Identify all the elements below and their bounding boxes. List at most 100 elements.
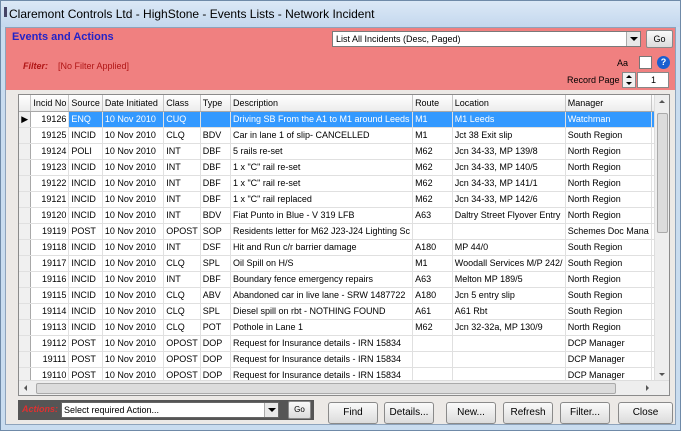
table-row[interactable]: 19121 INCID 10 Nov 2010 INT DBF 1 x "C" rail …: [19, 191, 669, 208]
grid-body: ▶ 19126 ENQ 10 Nov 2010 CUQ Driving SB From t…: [19, 111, 669, 384]
table-cell: INCID: [68, 319, 103, 336]
horizontal-scroll-thumb[interactable]: [36, 383, 616, 394]
row-header[interactable]: [19, 143, 32, 160]
table-row[interactable]: 19123 INCID 10 Nov 2010 INT DBF 1 x "C" rail …: [19, 159, 669, 176]
column-header[interactable]: Incid No: [30, 95, 70, 112]
table-cell: INT: [163, 175, 201, 192]
table-row[interactable]: 19115 INCID 10 Nov 2010 CLQ ABV Abandoned car…: [19, 287, 669, 304]
actions-select[interactable]: Select required Action...: [61, 402, 279, 418]
table-cell: INCID: [68, 303, 103, 320]
spin-down-icon[interactable]: [626, 82, 632, 85]
table-cell: 1 x "C" rail re-set: [230, 159, 414, 176]
table-cell: 10 Nov 2010: [102, 303, 165, 320]
vertical-scroll-thumb[interactable]: [657, 113, 668, 233]
row-header[interactable]: [19, 159, 32, 176]
table-row[interactable]: 19125 INCID 10 Nov 2010 CLQ BDV Car in lane 1…: [19, 127, 669, 144]
row-header[interactable]: [19, 239, 32, 256]
table-cell: INCID: [68, 287, 103, 304]
table-cell: A180: [412, 239, 453, 256]
table-cell: Hit and Run c/r barrier damage: [230, 239, 414, 256]
details-button[interactable]: Details...: [384, 402, 434, 424]
help-icon[interactable]: ?: [657, 56, 670, 69]
filter-button[interactable]: Filter...: [560, 402, 610, 424]
table-cell: 10 Nov 2010: [102, 335, 165, 352]
table-row[interactable]: 19119 POST 10 Nov 2010 OPOST SOP Residents le…: [19, 223, 669, 240]
table-row[interactable]: 19122 INCID 10 Nov 2010 INT DBF 1 x "C" rail …: [19, 175, 669, 192]
actions-go-button[interactable]: Go: [288, 401, 311, 419]
scroll-left-icon[interactable]: [24, 385, 27, 391]
row-header[interactable]: ▶: [19, 111, 32, 128]
table-cell: 10 Nov 2010: [102, 255, 165, 272]
client-area: Events and Actions Filter: [No Filter Ap…: [5, 27, 676, 425]
scroll-right-icon[interactable]: [646, 385, 649, 391]
refresh-button[interactable]: Refresh: [503, 402, 553, 424]
chevron-down-icon[interactable]: [264, 403, 278, 417]
vertical-scrollbar[interactable]: [654, 95, 669, 381]
close-button[interactable]: Close: [618, 402, 673, 424]
chevron-down-icon[interactable]: [626, 32, 640, 46]
column-header[interactable]: Description: [230, 95, 414, 112]
new-button[interactable]: New...: [446, 402, 496, 424]
column-header[interactable]: Location: [452, 95, 566, 112]
row-header[interactable]: [19, 255, 32, 272]
table-row[interactable]: 19111 POST 10 Nov 2010 OPOST DOP Request for …: [19, 351, 669, 368]
table-row[interactable]: 19113 INCID 10 Nov 2010 CLQ POT Pothole in La…: [19, 319, 669, 336]
table-cell: Diesel spill on rbt - NOTHING FOUND: [230, 303, 414, 320]
table-cell: M62: [412, 191, 453, 208]
table-cell: Car in lane 1 of slip- CANCELLED: [230, 127, 414, 144]
table-cell: 19120: [30, 207, 70, 224]
table-cell: 1 x "C" rail re-set: [230, 175, 414, 192]
column-header[interactable]: Manager: [565, 95, 652, 112]
column-header[interactable]: Type: [200, 95, 231, 112]
table-cell: INT: [163, 271, 201, 288]
column-header[interactable]: Date Initiated: [102, 95, 165, 112]
table-cell: DBF: [200, 175, 231, 192]
table-cell: Jcn 34-33, MP 142/6: [452, 191, 566, 208]
table-row[interactable]: ▶ 19126 ENQ 10 Nov 2010 CUQ Driving SB From t…: [19, 111, 669, 128]
row-header[interactable]: [19, 303, 32, 320]
column-header[interactable]: Source: [68, 95, 103, 112]
row-header[interactable]: [19, 191, 32, 208]
row-header[interactable]: [19, 175, 32, 192]
table-cell: INT: [163, 143, 201, 160]
record-page-input[interactable]: 1: [637, 72, 669, 88]
table-cell: DBF: [200, 143, 231, 160]
table-cell: South Region: [565, 239, 652, 256]
row-header[interactable]: [19, 287, 32, 304]
row-header[interactable]: [19, 271, 32, 288]
table-cell: Melton MP 189/5: [452, 271, 566, 288]
table-cell: Daltry Street Flyover Entry: [452, 207, 566, 224]
events-grid[interactable]: Incid No Source Date Initiated Class Type Des…: [18, 94, 670, 396]
table-cell: MP 44/0: [452, 239, 566, 256]
table-cell: 19112: [30, 335, 70, 352]
table-row[interactable]: 19118 INCID 10 Nov 2010 INT DSF Hit and Run c…: [19, 239, 669, 256]
find-button[interactable]: Find: [328, 402, 378, 424]
spin-up-icon[interactable]: [626, 75, 632, 78]
record-page-spinner[interactable]: [622, 72, 636, 88]
list-select[interactable]: List All Incidents (Desc, Paged): [332, 31, 641, 47]
row-header[interactable]: [19, 351, 32, 368]
table-cell: DBF: [200, 191, 231, 208]
table-row[interactable]: 19117 INCID 10 Nov 2010 CLQ SPL Oil Spill on …: [19, 255, 669, 272]
table-cell: 10 Nov 2010: [102, 127, 165, 144]
table-cell: 19113: [30, 319, 70, 336]
aa-checkbox[interactable]: [639, 56, 652, 69]
horizontal-scrollbar[interactable]: [19, 380, 669, 395]
row-header[interactable]: [19, 207, 32, 224]
column-header[interactable]: Route: [412, 95, 453, 112]
table-row[interactable]: 19114 INCID 10 Nov 2010 CLQ SPL Diesel spill …: [19, 303, 669, 320]
table-row[interactable]: 19112 POST 10 Nov 2010 OPOST DOP Request for …: [19, 335, 669, 352]
column-header[interactable]: Class: [163, 95, 201, 112]
table-row[interactable]: 19120 INCID 10 Nov 2010 INT BDV Fiat Punto in…: [19, 207, 669, 224]
list-go-button[interactable]: Go: [646, 30, 673, 48]
scroll-up-icon[interactable]: [659, 100, 665, 103]
row-header[interactable]: [19, 223, 32, 240]
scroll-down-icon[interactable]: [659, 373, 665, 376]
row-header[interactable]: [19, 335, 32, 352]
table-row[interactable]: 19116 INCID 10 Nov 2010 INT DBF Boundary fenc…: [19, 271, 669, 288]
row-header[interactable]: [19, 127, 32, 144]
table-cell: North Region: [565, 159, 652, 176]
table-cell: INT: [163, 191, 201, 208]
table-row[interactable]: 19124 POLI 10 Nov 2010 INT DBF 5 rails re-set…: [19, 143, 669, 160]
row-header[interactable]: [19, 319, 32, 336]
